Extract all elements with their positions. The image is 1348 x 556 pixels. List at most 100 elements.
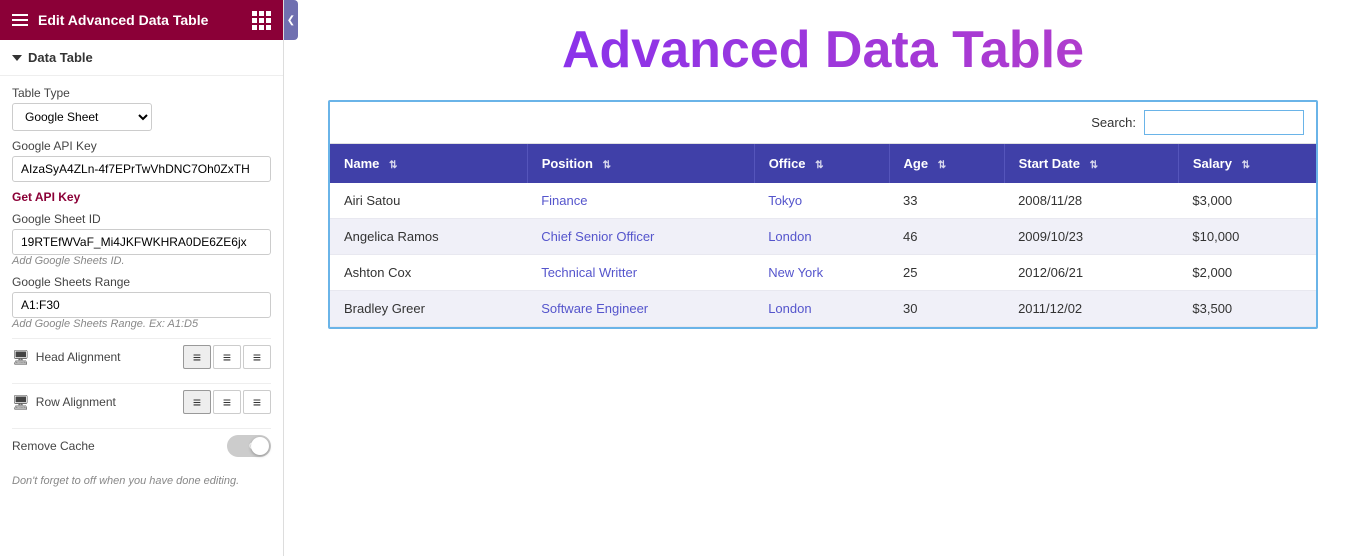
table-row: Angelica Ramos Chief Senior Officer Lond…: [330, 219, 1316, 255]
datatable-wrapper: Search: Name ⇅ Position ⇅ Office ⇅: [328, 100, 1318, 329]
remove-cache-row: Remove Cache OFF: [12, 428, 271, 463]
head-align-right-button[interactable]: ≡: [243, 345, 271, 369]
sort-icon-age: ⇅: [938, 160, 946, 171]
cell-position: Chief Senior Officer: [527, 219, 754, 255]
table-type-field: Table Type Google Sheet CSV JSON: [12, 86, 271, 131]
head-alignment-label-group: 🖥 Head Alignment: [12, 349, 121, 366]
table-type-select[interactable]: Google Sheet CSV JSON: [12, 103, 152, 131]
cell-position: Finance: [527, 183, 754, 219]
cell-position: Software Engineer: [527, 291, 754, 327]
remove-cache-label: Remove Cache: [12, 439, 95, 453]
api-key-label: Google API Key: [12, 139, 271, 153]
col-position-label: Position: [542, 156, 593, 171]
search-label: Search:: [1091, 115, 1136, 130]
col-age-label: Age: [904, 156, 929, 171]
head-alignment-buttons: ≡ ≡ ≡: [183, 345, 271, 369]
table-head-row: Name ⇅ Position ⇅ Office ⇅ Age ⇅: [330, 144, 1316, 183]
col-name-label: Name: [344, 156, 379, 171]
cell-start-date: 2012/06/21: [1004, 255, 1178, 291]
page-title: Advanced Data Table: [328, 20, 1318, 80]
collapse-handle[interactable]: ❮: [284, 0, 298, 40]
get-api-key-link[interactable]: Get API Key: [12, 190, 271, 204]
section-header-data-table[interactable]: Data Table: [0, 40, 283, 76]
col-office[interactable]: Office ⇅: [754, 144, 889, 183]
cell-office: London: [754, 291, 889, 327]
cell-salary: $3,000: [1178, 183, 1316, 219]
api-key-field: Google API Key: [12, 139, 271, 182]
sort-icon-salary: ⇅: [1242, 160, 1250, 171]
cell-age: 25: [889, 255, 1004, 291]
table-row: Bradley Greer Software Engineer London 3…: [330, 291, 1316, 327]
cell-position: Technical Writter: [527, 255, 754, 291]
sort-icon-name: ⇅: [389, 160, 397, 171]
row-alignment-row: 🖥 Row Alignment ≡ ≡ ≡: [12, 383, 271, 420]
range-hint: Add Google Sheets Range. Ex: A1:D5: [12, 318, 271, 330]
sidebar-header-left: Edit Advanced Data Table: [12, 12, 208, 28]
sheet-id-label: Google Sheet ID: [12, 212, 271, 226]
data-table: Name ⇅ Position ⇅ Office ⇅ Age ⇅: [330, 144, 1316, 327]
cell-name: Bradley Greer: [330, 291, 527, 327]
cell-age: 30: [889, 291, 1004, 327]
cell-age: 33: [889, 183, 1004, 219]
sidebar-title: Edit Advanced Data Table: [38, 12, 208, 28]
row-align-center-button[interactable]: ≡: [213, 390, 241, 414]
grid-icon[interactable]: [252, 11, 271, 30]
main-content: Advanced Data Table Search: Name ⇅ Posit…: [298, 0, 1348, 556]
monitor-icon-row: 🖥: [12, 394, 30, 411]
table-row: Ashton Cox Technical Writter New York 25…: [330, 255, 1316, 291]
cell-start-date: 2011/12/02: [1004, 291, 1178, 327]
cell-office: London: [754, 219, 889, 255]
sidebar-header: Edit Advanced Data Table: [0, 0, 283, 40]
range-field: Google Sheets Range Add Google Sheets Ra…: [12, 275, 271, 330]
section-title: Data Table: [28, 50, 93, 65]
head-alignment-row: 🖥 Head Alignment ≡ ≡ ≡: [12, 338, 271, 375]
table-head: Name ⇅ Position ⇅ Office ⇅ Age ⇅: [330, 144, 1316, 183]
table-type-label: Table Type: [12, 86, 271, 100]
cell-start-date: 2009/10/23: [1004, 219, 1178, 255]
col-salary[interactable]: Salary ⇅: [1178, 144, 1316, 183]
col-salary-label: Salary: [1193, 156, 1232, 171]
cell-salary: $3,500: [1178, 291, 1316, 327]
sort-icon-office: ⇅: [815, 160, 823, 171]
cell-start-date: 2008/11/28: [1004, 183, 1178, 219]
col-start-date-label: Start Date: [1019, 156, 1080, 171]
row-alignment-buttons: ≡ ≡ ≡: [183, 390, 271, 414]
datatable-top-bar: Search:: [330, 102, 1316, 144]
table-row: Airi Satou Finance Tokyo 33 2008/11/28 $…: [330, 183, 1316, 219]
cell-age: 46: [889, 219, 1004, 255]
head-align-left-button[interactable]: ≡: [183, 345, 211, 369]
cell-salary: $10,000: [1178, 219, 1316, 255]
sheet-id-hint: Add Google Sheets ID.: [12, 255, 271, 267]
hamburger-icon[interactable]: [12, 14, 28, 26]
dont-forget-text: Don't forget to off when you have done e…: [12, 471, 271, 491]
row-align-left-button[interactable]: ≡: [183, 390, 211, 414]
chevron-down-icon: [12, 55, 22, 61]
remove-cache-toggle[interactable]: OFF: [227, 435, 271, 457]
row-align-right-button[interactable]: ≡: [243, 390, 271, 414]
cell-office: New York: [754, 255, 889, 291]
cell-name: Airi Satou: [330, 183, 527, 219]
col-age[interactable]: Age ⇅: [889, 144, 1004, 183]
range-label: Google Sheets Range: [12, 275, 271, 289]
head-align-center-button[interactable]: ≡: [213, 345, 241, 369]
row-alignment-label: Row Alignment: [36, 395, 116, 409]
head-alignment-label: Head Alignment: [36, 350, 121, 364]
col-position[interactable]: Position ⇅: [527, 144, 754, 183]
cell-salary: $2,000: [1178, 255, 1316, 291]
cell-office: Tokyo: [754, 183, 889, 219]
sort-icon-position: ⇅: [603, 160, 611, 171]
monitor-icon-head: 🖥: [12, 349, 30, 366]
sidebar: Edit Advanced Data Table Data Table Tabl…: [0, 0, 284, 556]
table-body: Airi Satou Finance Tokyo 33 2008/11/28 $…: [330, 183, 1316, 327]
toggle-knob: [251, 437, 269, 455]
col-name[interactable]: Name ⇅: [330, 144, 527, 183]
sheet-id-input[interactable]: [12, 229, 271, 255]
range-input[interactable]: [12, 292, 271, 318]
api-key-input[interactable]: [12, 156, 271, 182]
cell-name: Ashton Cox: [330, 255, 527, 291]
row-alignment-label-group: 🖥 Row Alignment: [12, 394, 116, 411]
col-office-label: Office: [769, 156, 806, 171]
search-input[interactable]: [1144, 110, 1304, 135]
sheet-id-field: Google Sheet ID Add Google Sheets ID.: [12, 212, 271, 267]
col-start-date[interactable]: Start Date ⇅: [1004, 144, 1178, 183]
